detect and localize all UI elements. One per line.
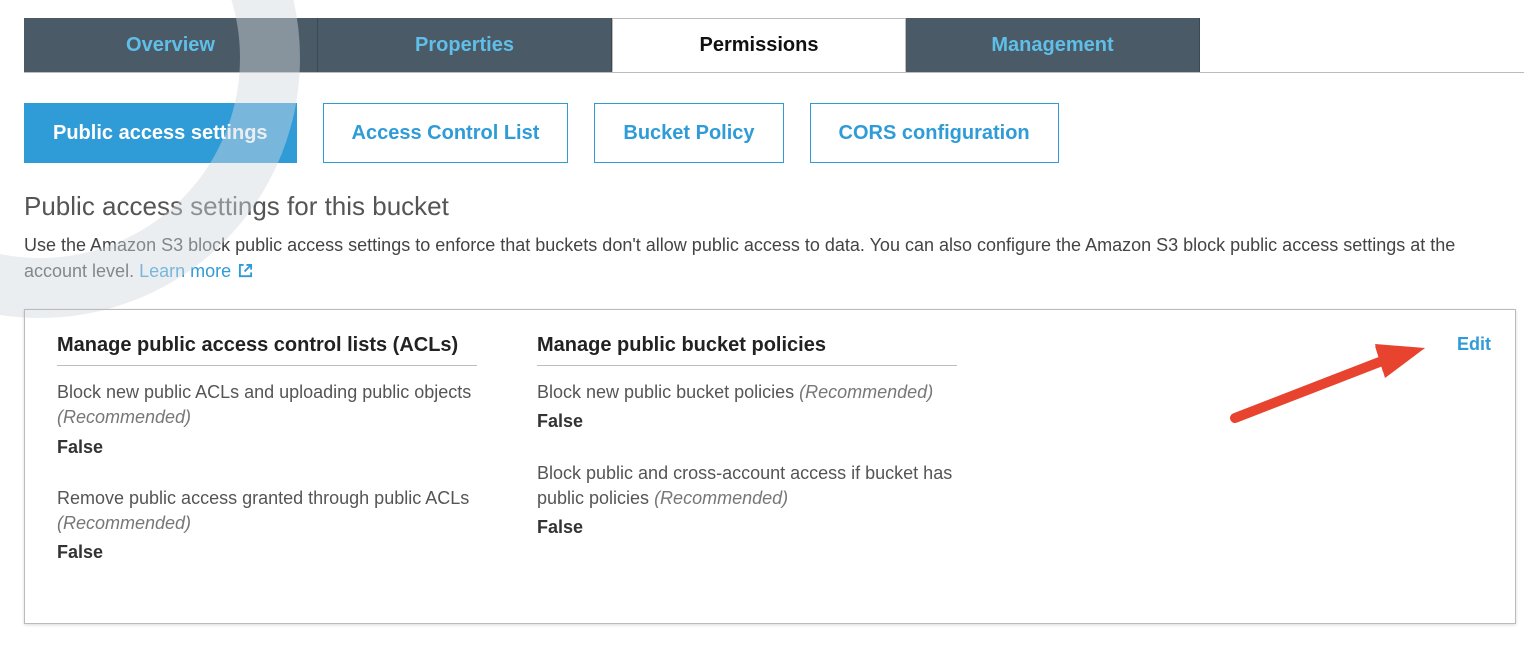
subtab-public-access-settings[interactable]: Public access settings: [24, 103, 297, 163]
policy-setting-block-new: Block new public bucket policies (Recomm…: [537, 380, 957, 434]
setting-recommended: (Recommended): [57, 513, 191, 533]
tab-management[interactable]: Management: [906, 18, 1200, 72]
subtab-access-control-list[interactable]: Access Control List: [323, 103, 569, 163]
policy-column: Manage public bucket policies Block new …: [537, 334, 957, 591]
public-access-settings-panel: Edit Manage public access control lists …: [24, 309, 1516, 624]
tab-properties[interactable]: Properties: [318, 18, 612, 72]
section-heading: Public access settings for this bucket: [24, 191, 1516, 222]
setting-label: Block new public ACLs and uploading publ…: [57, 382, 471, 402]
acl-column-title: Manage public access control lists (ACLs…: [57, 334, 477, 366]
tab-permissions[interactable]: Permissions: [612, 18, 906, 72]
acl-setting-remove-granted: Remove public access granted through pub…: [57, 486, 477, 566]
setting-value: False: [57, 435, 477, 460]
setting-recommended: (Recommended): [654, 488, 788, 508]
section-description: Use the Amazon S3 block public access se…: [24, 232, 1504, 285]
setting-label: Remove public access granted through pub…: [57, 488, 469, 508]
subtab-bucket-policy[interactable]: Bucket Policy: [594, 103, 783, 163]
acl-setting-block-new: Block new public ACLs and uploading publ…: [57, 380, 477, 460]
content-area: Public access settings Access Control Li…: [0, 73, 1540, 664]
edit-button[interactable]: Edit: [1457, 334, 1491, 355]
policy-column-title: Manage public bucket policies: [537, 334, 957, 366]
top-tab-bar: Overview Properties Permissions Manageme…: [24, 18, 1524, 73]
policy-setting-block-cross-account: Block public and cross-account access if…: [537, 461, 957, 541]
acl-column: Manage public access control lists (ACLs…: [57, 334, 477, 591]
learn-more-link[interactable]: Learn more: [139, 261, 253, 281]
permissions-subtab-bar: Public access settings Access Control Li…: [24, 103, 1516, 163]
setting-recommended: (Recommended): [57, 407, 191, 427]
setting-label: Block new public bucket policies: [537, 382, 799, 402]
setting-value: False: [57, 540, 477, 565]
setting-value: False: [537, 409, 957, 434]
subtab-cors-configuration[interactable]: CORS configuration: [810, 103, 1059, 163]
learn-more-label: Learn more: [139, 261, 231, 281]
setting-recommended: (Recommended): [799, 382, 933, 402]
setting-value: False: [537, 515, 957, 540]
external-link-icon: [238, 259, 253, 285]
tab-overview[interactable]: Overview: [24, 18, 318, 72]
